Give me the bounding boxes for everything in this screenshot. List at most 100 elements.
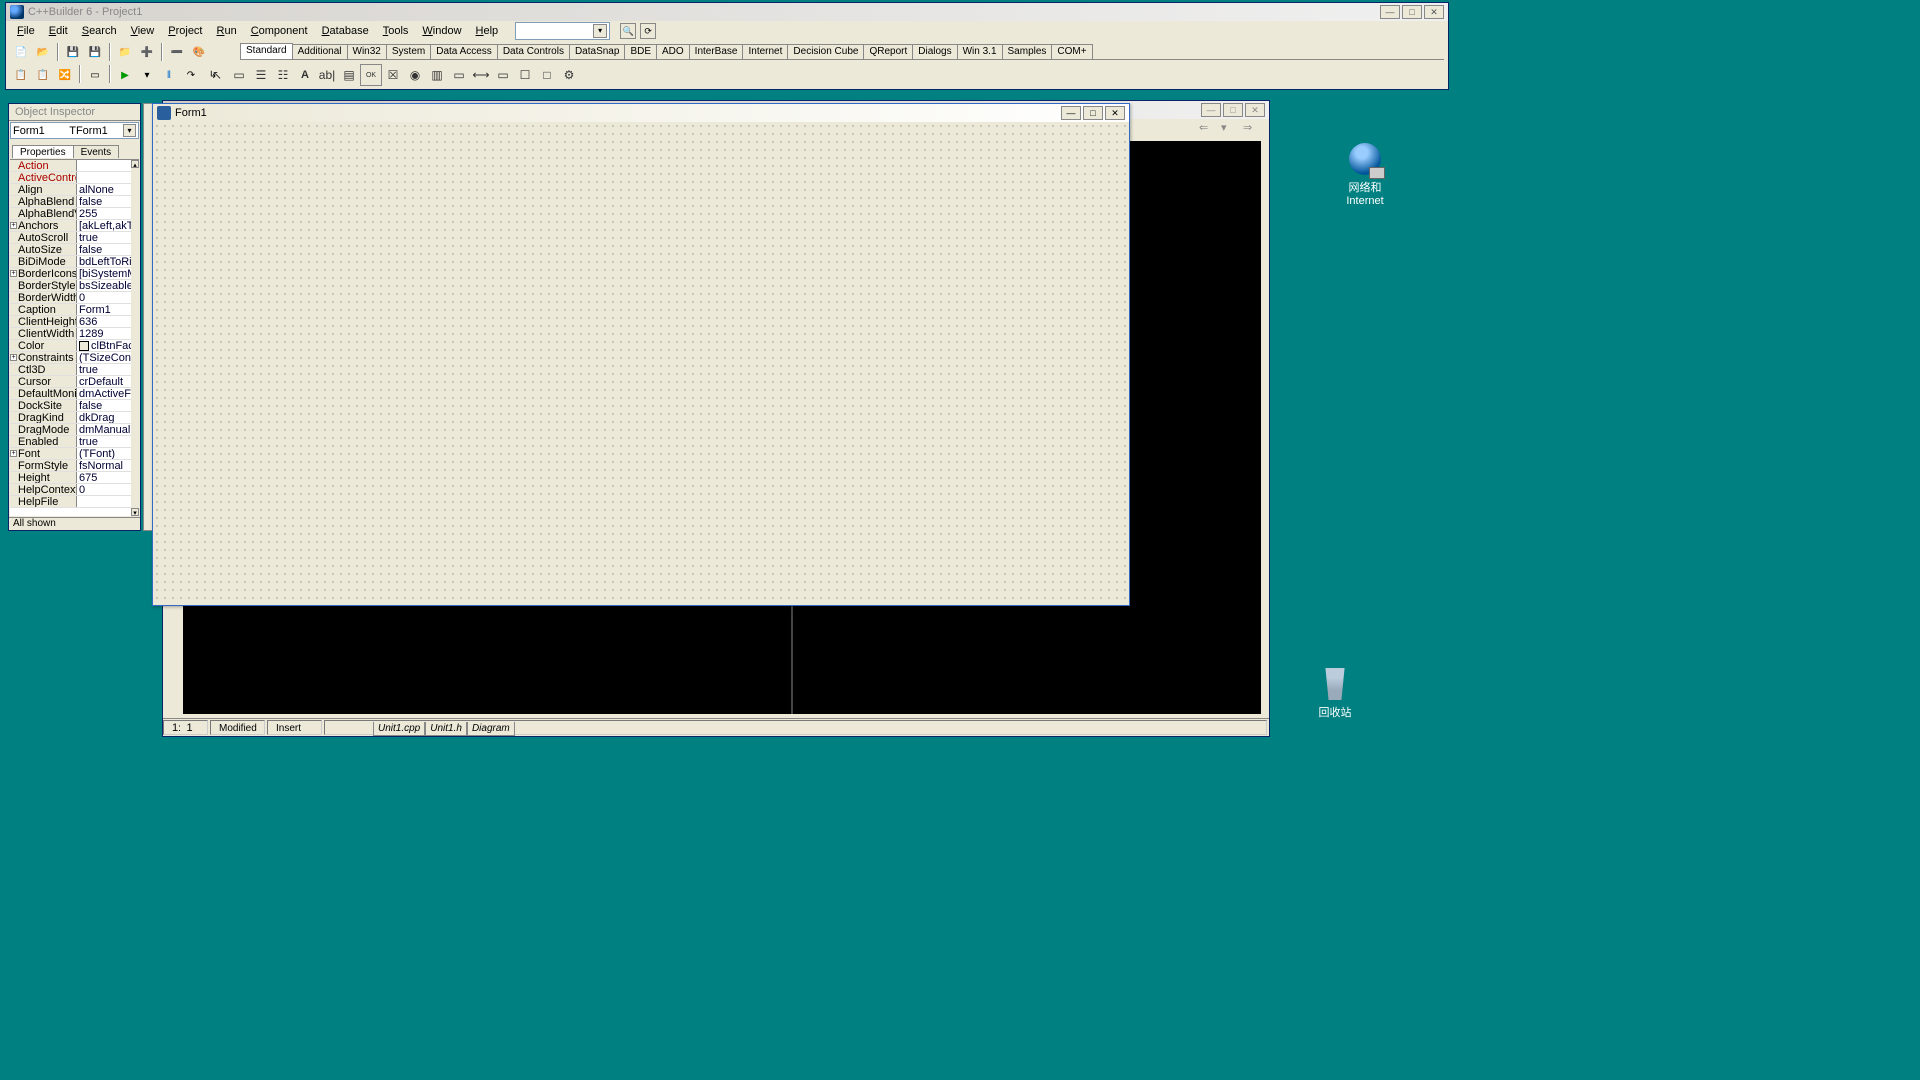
scroll-down-icon[interactable]: ▾ [131, 508, 139, 516]
property-value[interactable]: dmActiveForm [77, 388, 139, 399]
palette-radiobutton[interactable]: ◉ [404, 64, 426, 86]
inspector-object-combo[interactable]: Form1 TForm1 ▾ [10, 122, 139, 139]
nav-forward-icon[interactable]: ⇒ [1243, 121, 1259, 135]
property-row[interactable]: DockSitefalse [10, 400, 139, 412]
run-dropdown[interactable]: ▾ [137, 65, 157, 85]
property-value[interactable]: bdLeftToRigh [77, 256, 139, 267]
menu-tools[interactable]: Tools [376, 23, 416, 39]
property-value[interactable]: 675 [77, 472, 139, 483]
menu-project[interactable]: Project [161, 23, 209, 39]
palette-tab-data-controls[interactable]: Data Controls [497, 44, 570, 59]
expand-icon[interactable]: + [10, 222, 17, 229]
property-value[interactable]: alNone [77, 184, 139, 195]
property-row[interactable]: BiDiModebdLeftToRigh [10, 256, 139, 268]
property-value[interactable]: dkDrag [77, 412, 139, 423]
form-minimize-button[interactable]: — [1061, 106, 1081, 120]
palette-radiogroup[interactable]: ☐ [514, 64, 536, 86]
property-row[interactable]: Action [10, 160, 139, 172]
property-value[interactable]: clBtnFace [77, 340, 139, 351]
menu-database[interactable]: Database [315, 23, 376, 39]
palette-combobox[interactable]: ▭ [448, 64, 470, 86]
nav-dropdown-icon[interactable]: ▾ [1221, 121, 1237, 135]
view-form-button[interactable]: 🎨 [189, 42, 209, 62]
code-minimize-button[interactable]: — [1201, 103, 1221, 117]
menu-file[interactable]: File [10, 23, 42, 39]
step-into-button[interactable]: ↳ [203, 65, 223, 85]
palette-panel[interactable]: □ [536, 64, 558, 86]
palette-tab-standard[interactable]: Standard [240, 43, 293, 59]
code-tab-h[interactable]: Unit1.h [425, 722, 467, 736]
palette-memo[interactable]: ▤ [338, 64, 360, 86]
property-row[interactable]: +Constraints(TSizeConstra [10, 352, 139, 364]
palette-tab-interbase[interactable]: InterBase [689, 44, 744, 59]
property-row[interactable]: +Anchors[akLeft,akTop [10, 220, 139, 232]
property-value[interactable]: 1289 [77, 328, 139, 339]
property-row[interactable]: +Font(TFont) [10, 448, 139, 460]
add-file-button[interactable]: ➕ [137, 42, 157, 62]
code-maximize-button[interactable]: □ [1223, 103, 1243, 117]
menu-edit[interactable]: Edit [42, 23, 75, 39]
property-value[interactable]: 255 [77, 208, 139, 219]
palette-tab-system[interactable]: System [386, 44, 431, 59]
property-value[interactable]: true [77, 436, 139, 447]
property-value[interactable]: fsNormal [77, 460, 139, 471]
palette-tab-win32[interactable]: Win32 [347, 44, 387, 59]
property-row[interactable]: CursorcrDefault [10, 376, 139, 388]
toggle-form-unit-button[interactable]: 🔀 [55, 65, 75, 85]
palette-mainmenu[interactable]: ☰ [250, 64, 272, 86]
menu-window[interactable]: Window [415, 23, 468, 39]
new-form-button[interactable]: 📋 [33, 65, 53, 85]
form-design-area[interactable] [153, 122, 1129, 605]
property-value[interactable]: true [77, 364, 139, 375]
remove-file-button[interactable]: ➖ [167, 42, 187, 62]
inspector-tab-properties[interactable]: Properties [12, 145, 74, 158]
code-tab-cpp[interactable]: Unit1.cpp [373, 722, 425, 736]
menu-search[interactable]: Search [75, 23, 124, 39]
code-close-button[interactable]: ✕ [1245, 103, 1265, 117]
property-row[interactable]: BorderWidth0 [10, 292, 139, 304]
property-value[interactable]: false [77, 196, 139, 207]
property-row[interactable]: Ctl3Dtrue [10, 364, 139, 376]
save-button[interactable]: 💾 [63, 42, 83, 62]
step-over-button[interactable]: ↷ [181, 65, 201, 85]
expand-icon[interactable]: + [10, 270, 17, 277]
palette-groupbox[interactable]: ▭ [492, 64, 514, 86]
property-row[interactable]: CaptionForm1 [10, 304, 139, 316]
palette-scrollbar[interactable]: ⟷ [470, 64, 492, 86]
property-value[interactable]: false [77, 244, 139, 255]
palette-tab-com+[interactable]: COM+ [1051, 44, 1092, 59]
property-row[interactable]: FormStylefsNormal [10, 460, 139, 472]
project-combo[interactable]: ▾ [515, 22, 610, 40]
menu-component[interactable]: Component [244, 23, 315, 39]
property-row[interactable]: BorderStylebsSizeable [10, 280, 139, 292]
open-button[interactable]: 📂 [33, 42, 53, 62]
palette-tab-dialogs[interactable]: Dialogs [912, 44, 957, 59]
property-value[interactable]: (TFont) [77, 448, 139, 459]
property-value[interactable]: 0 [77, 292, 139, 303]
property-row[interactable]: ActiveControl [10, 172, 139, 184]
close-button[interactable]: ✕ [1424, 5, 1444, 19]
property-value[interactable]: crDefault [77, 376, 139, 387]
property-row[interactable]: +BorderIcons[biSystemMen [10, 268, 139, 280]
property-row[interactable]: ClientHeight636 [10, 316, 139, 328]
nav-back-icon[interactable]: ⇐ [1199, 121, 1215, 135]
property-row[interactable]: AutoSizefalse [10, 244, 139, 256]
palette-tab-bde[interactable]: BDE [624, 44, 657, 59]
property-value[interactable]: Form1 [77, 304, 139, 315]
palette-listbox[interactable]: ▥ [426, 64, 448, 86]
menu-view[interactable]: View [124, 23, 162, 39]
property-value[interactable]: (TSizeConstra [77, 352, 139, 363]
maximize-button[interactable]: □ [1402, 5, 1422, 19]
property-value[interactable]: bsSizeable [77, 280, 139, 291]
palette-tab-samples[interactable]: Samples [1002, 44, 1053, 59]
property-grid[interactable]: ActionActiveControlAlignalNoneAlphaBlend… [10, 159, 139, 516]
palette-tab-decision-cube[interactable]: Decision Cube [787, 44, 864, 59]
code-tab-diagram[interactable]: Diagram [467, 722, 515, 736]
property-row[interactable]: DragKinddkDrag [10, 412, 139, 424]
property-row[interactable]: HelpFile [10, 496, 139, 508]
property-value[interactable]: true [77, 232, 139, 243]
property-value[interactable]: false [77, 400, 139, 411]
expand-icon[interactable]: + [10, 354, 17, 361]
property-value[interactable]: 636 [77, 316, 139, 327]
palette-tab-qreport[interactable]: QReport [863, 44, 913, 59]
